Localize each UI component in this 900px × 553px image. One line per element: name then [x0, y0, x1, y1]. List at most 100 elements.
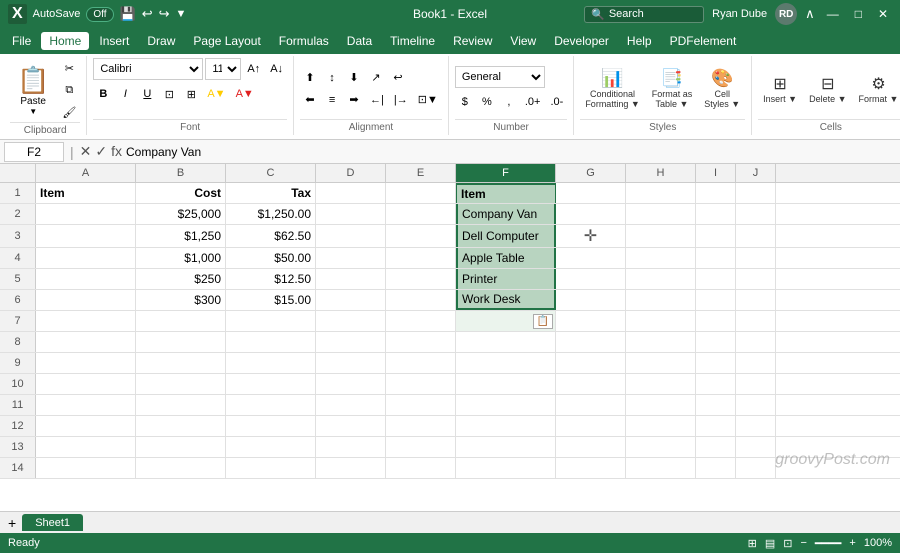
title-search-box[interactable]: 🔍 Search [584, 6, 704, 23]
cell-d4[interactable] [316, 248, 386, 268]
cell-a14[interactable] [36, 458, 136, 478]
cell-a5[interactable] [36, 269, 136, 289]
align-bottom-button[interactable]: ⬇ [344, 68, 364, 88]
strikethrough-button[interactable]: ⊡ [159, 84, 179, 104]
cell-i11[interactable] [696, 395, 736, 415]
cell-f13[interactable] [456, 437, 556, 457]
cell-j4[interactable] [736, 248, 776, 268]
page-layout-view-icon[interactable]: ▤ [765, 537, 775, 550]
cell-g12[interactable] [556, 416, 626, 436]
cell-i8[interactable] [696, 332, 736, 352]
cell-f11[interactable] [456, 395, 556, 415]
number-format-select[interactable]: General [455, 66, 545, 88]
paste-options-icon[interactable]: 📋 [533, 314, 553, 329]
cell-b3[interactable]: $1,250 [136, 225, 226, 247]
cell-d5[interactable] [316, 269, 386, 289]
align-left-button[interactable]: ⬅ [300, 90, 320, 110]
cell-b7[interactable] [136, 311, 226, 331]
cell-h10[interactable] [626, 374, 696, 394]
decrease-decimal-button[interactable]: .0- [546, 92, 567, 112]
cell-j11[interactable] [736, 395, 776, 415]
cell-c5[interactable]: $12.50 [226, 269, 316, 289]
row-number-7[interactable]: 7 [0, 311, 36, 331]
cell-h4[interactable] [626, 248, 696, 268]
cell-c10[interactable] [226, 374, 316, 394]
col-header-f[interactable]: F [456, 164, 556, 182]
cell-e3[interactable] [386, 225, 456, 247]
col-header-h[interactable]: H [626, 164, 696, 182]
cell-h6[interactable] [626, 290, 696, 310]
cell-i13[interactable] [696, 437, 736, 457]
row-number-1[interactable]: 1 [0, 183, 36, 203]
cell-c11[interactable] [226, 395, 316, 415]
cell-j14[interactable] [736, 458, 776, 478]
cell-h8[interactable] [626, 332, 696, 352]
cell-g4[interactable] [556, 248, 626, 268]
cell-g5[interactable] [556, 269, 626, 289]
menu-data[interactable]: Data [339, 32, 380, 50]
cell-f8[interactable] [456, 332, 556, 352]
cell-f9[interactable] [456, 353, 556, 373]
cell-h1[interactable] [626, 183, 696, 203]
col-header-c[interactable]: C [226, 164, 316, 182]
cell-c8[interactable] [226, 332, 316, 352]
cell-g13[interactable] [556, 437, 626, 457]
col-header-i[interactable]: I [696, 164, 736, 182]
cell-j5[interactable] [736, 269, 776, 289]
col-header-g[interactable]: G [556, 164, 626, 182]
cell-a12[interactable] [36, 416, 136, 436]
cell-b10[interactable] [136, 374, 226, 394]
cell-d7[interactable] [316, 311, 386, 331]
cell-e1[interactable] [386, 183, 456, 203]
cell-e8[interactable] [386, 332, 456, 352]
cell-g14[interactable] [556, 458, 626, 478]
cell-e7[interactable] [386, 311, 456, 331]
cell-i4[interactable] [696, 248, 736, 268]
increase-decimal-button[interactable]: .0+ [521, 92, 545, 112]
comma-format-button[interactable]: , [499, 92, 519, 112]
page-break-view-icon[interactable]: ⊡ [783, 537, 792, 550]
cell-c13[interactable] [226, 437, 316, 457]
cell-f5[interactable]: Printer [456, 269, 556, 289]
format-cells-button[interactable]: ⚙ Format ▼ [854, 61, 900, 117]
zoom-out-icon[interactable]: − [800, 537, 806, 549]
decrease-font-btn[interactable]: A↓ [266, 59, 287, 79]
percent-format-button[interactable]: % [477, 92, 497, 112]
cell-j13[interactable] [736, 437, 776, 457]
col-header-a[interactable]: A [36, 164, 136, 182]
row-number-9[interactable]: 9 [0, 353, 36, 373]
save-icon[interactable]: 💾 [120, 6, 136, 22]
window-minimize-btn[interactable]: — [823, 7, 843, 21]
row-number-6[interactable]: 6 [0, 290, 36, 310]
window-close-btn[interactable]: ✕ [874, 7, 892, 21]
cell-h7[interactable] [626, 311, 696, 331]
cell-b9[interactable] [136, 353, 226, 373]
cancel-formula-icon[interactable]: ✕ [80, 143, 92, 160]
cell-b5[interactable]: $250 [136, 269, 226, 289]
italic-button[interactable]: I [115, 84, 135, 104]
cell-i1[interactable] [696, 183, 736, 203]
cell-c14[interactable] [226, 458, 316, 478]
insert-function-icon[interactable]: fx [111, 143, 122, 160]
cell-j12[interactable] [736, 416, 776, 436]
menu-developer[interactable]: Developer [546, 32, 617, 50]
copy-button[interactable]: ⧉ [58, 80, 80, 100]
cell-d6[interactable] [316, 290, 386, 310]
cell-a6[interactable] [36, 290, 136, 310]
cell-a2[interactable] [36, 204, 136, 224]
cell-e6[interactable] [386, 290, 456, 310]
decrease-indent-button[interactable]: ←| [366, 90, 388, 110]
cell-i2[interactable] [696, 204, 736, 224]
cell-a7[interactable] [36, 311, 136, 331]
font-color-button[interactable]: A▼ [232, 84, 258, 104]
cell-d9[interactable] [316, 353, 386, 373]
cell-e13[interactable] [386, 437, 456, 457]
cell-d3[interactable] [316, 225, 386, 247]
cell-f7[interactable]: 📋 [456, 311, 556, 331]
row-number-10[interactable]: 10 [0, 374, 36, 394]
cell-f14[interactable] [456, 458, 556, 478]
paste-button[interactable]: 📋 Paste ▼ [10, 58, 56, 122]
cell-j7[interactable] [736, 311, 776, 331]
format-as-table-button[interactable]: 📑 Format as Table ▼ [647, 61, 698, 117]
cell-i9[interactable] [696, 353, 736, 373]
